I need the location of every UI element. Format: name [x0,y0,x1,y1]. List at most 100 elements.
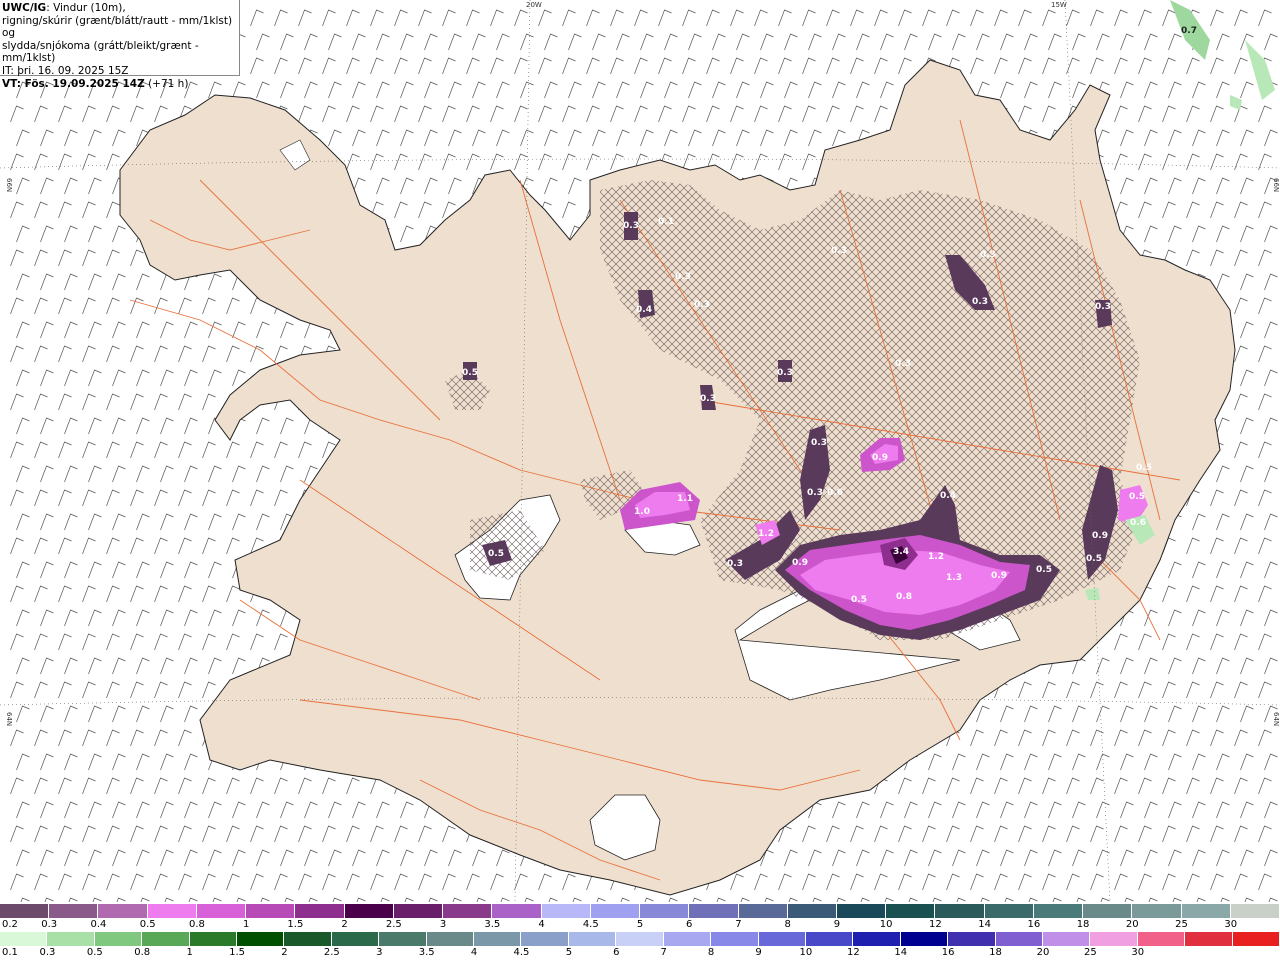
wind-barb [760,33,774,51]
colorbar-label: 14 [894,947,908,958]
wind-barb [1216,753,1230,771]
wind-barb [424,33,438,51]
wind-barb [1000,33,1014,51]
wind-barb [832,33,846,51]
wind-barb [1258,633,1272,651]
map-label: 0.8 [896,592,912,602]
wind-barb [1192,705,1206,723]
wind-barb [298,825,312,843]
wind-barb [1138,201,1152,219]
wind-barb [106,489,120,507]
wind-barb [160,609,174,627]
wind-barb [1162,633,1176,651]
wind-barb [514,873,528,891]
wind-barb [208,657,222,675]
wind-barb [88,321,102,339]
colorbar-swatch [568,932,617,946]
colorbar-label: 7 [660,947,667,958]
wind-barb [82,441,96,459]
wind-barb [202,345,216,363]
wind-barb [1264,417,1278,435]
wind-barb [154,585,168,603]
wind-barb [1234,9,1248,27]
wind-barb [1216,81,1230,99]
wind-barb [250,57,264,75]
wind-barb [10,777,24,795]
wind-barb [274,825,288,843]
wind-barb [106,825,120,843]
wind-barb [154,825,168,843]
wind-barb [922,873,936,891]
map-label: 0.5 [462,368,478,378]
wind-barb [640,129,654,147]
wind-barb [130,873,144,891]
wind-barb [1234,249,1248,267]
colorbar-swatch [393,904,444,918]
wind-barb [136,513,150,531]
colorbar-swatch [379,932,427,946]
colorbar-swatch [900,932,949,946]
wind-barb [1210,249,1224,267]
colorbar-swatch [246,904,296,918]
wind-barb [184,369,198,387]
wind-barb [184,801,198,819]
wind-barb [1024,801,1038,819]
wind-barb [226,345,240,363]
colorbar-swatch [284,932,332,946]
wind-barb [1042,777,1056,795]
legend: 0.2 0.3 0.4 0.5 0.8 1 1.5 2 2.5 3 3.5 4 4.5 5 6 7 8 9 10 12… [0,902,1280,960]
wind-barb [160,561,174,579]
wind-barb [250,825,264,843]
colorbar-swatch [147,904,197,918]
wind-barb [58,585,72,603]
wind-barb [1192,753,1206,771]
wind-barb [1000,753,1014,771]
wind-barb [1162,201,1176,219]
wind-barb [16,225,30,243]
wind-barb [1186,825,1200,843]
wind-barb [1090,729,1104,747]
wind-barb [34,441,48,459]
colorbar-swatch [189,932,238,946]
wind-barb [58,153,72,171]
wind-barb [394,105,408,123]
wind-barb [88,513,102,531]
wind-barb [418,57,432,75]
wind-barb [1018,57,1032,75]
wind-barb [658,57,672,75]
colorbar-label: 2 [281,947,288,958]
map-label: 0.5 [488,549,504,559]
wind-barb [1240,225,1254,243]
wind-barb [808,33,822,51]
wind-barb [40,225,54,243]
wind-barb [88,129,102,147]
wind-barb [328,801,342,819]
wind-barb [1024,33,1038,51]
wind-barb [64,177,78,195]
wind-barb [82,249,96,267]
map-label: 0.5 [1136,463,1152,473]
wind-barb [688,129,702,147]
wind-barb [904,33,918,51]
wind-barb [184,849,198,867]
colorbar-label: 8 [707,947,715,958]
wind-barb [664,33,678,51]
wind-barb [640,33,654,51]
wind-barb [1066,681,1080,699]
lat-label-66n-left: 66N [5,178,13,192]
wind-barb [64,465,78,483]
wind-barb [1066,729,1080,747]
map-label: 0.4 [636,305,652,315]
wind-barb [370,57,384,75]
colorbar-label: 1 [186,947,193,958]
colorbar-swatch [1090,932,1138,946]
wind-barb [1186,729,1200,747]
wind-barb [1162,9,1176,27]
wind-barb [202,441,216,459]
wind-barb [1024,81,1038,99]
wind-barb [400,177,414,195]
wind-barb [226,633,240,651]
wind-barb [1138,681,1152,699]
wind-barb [112,225,126,243]
wind-barb [160,321,174,339]
